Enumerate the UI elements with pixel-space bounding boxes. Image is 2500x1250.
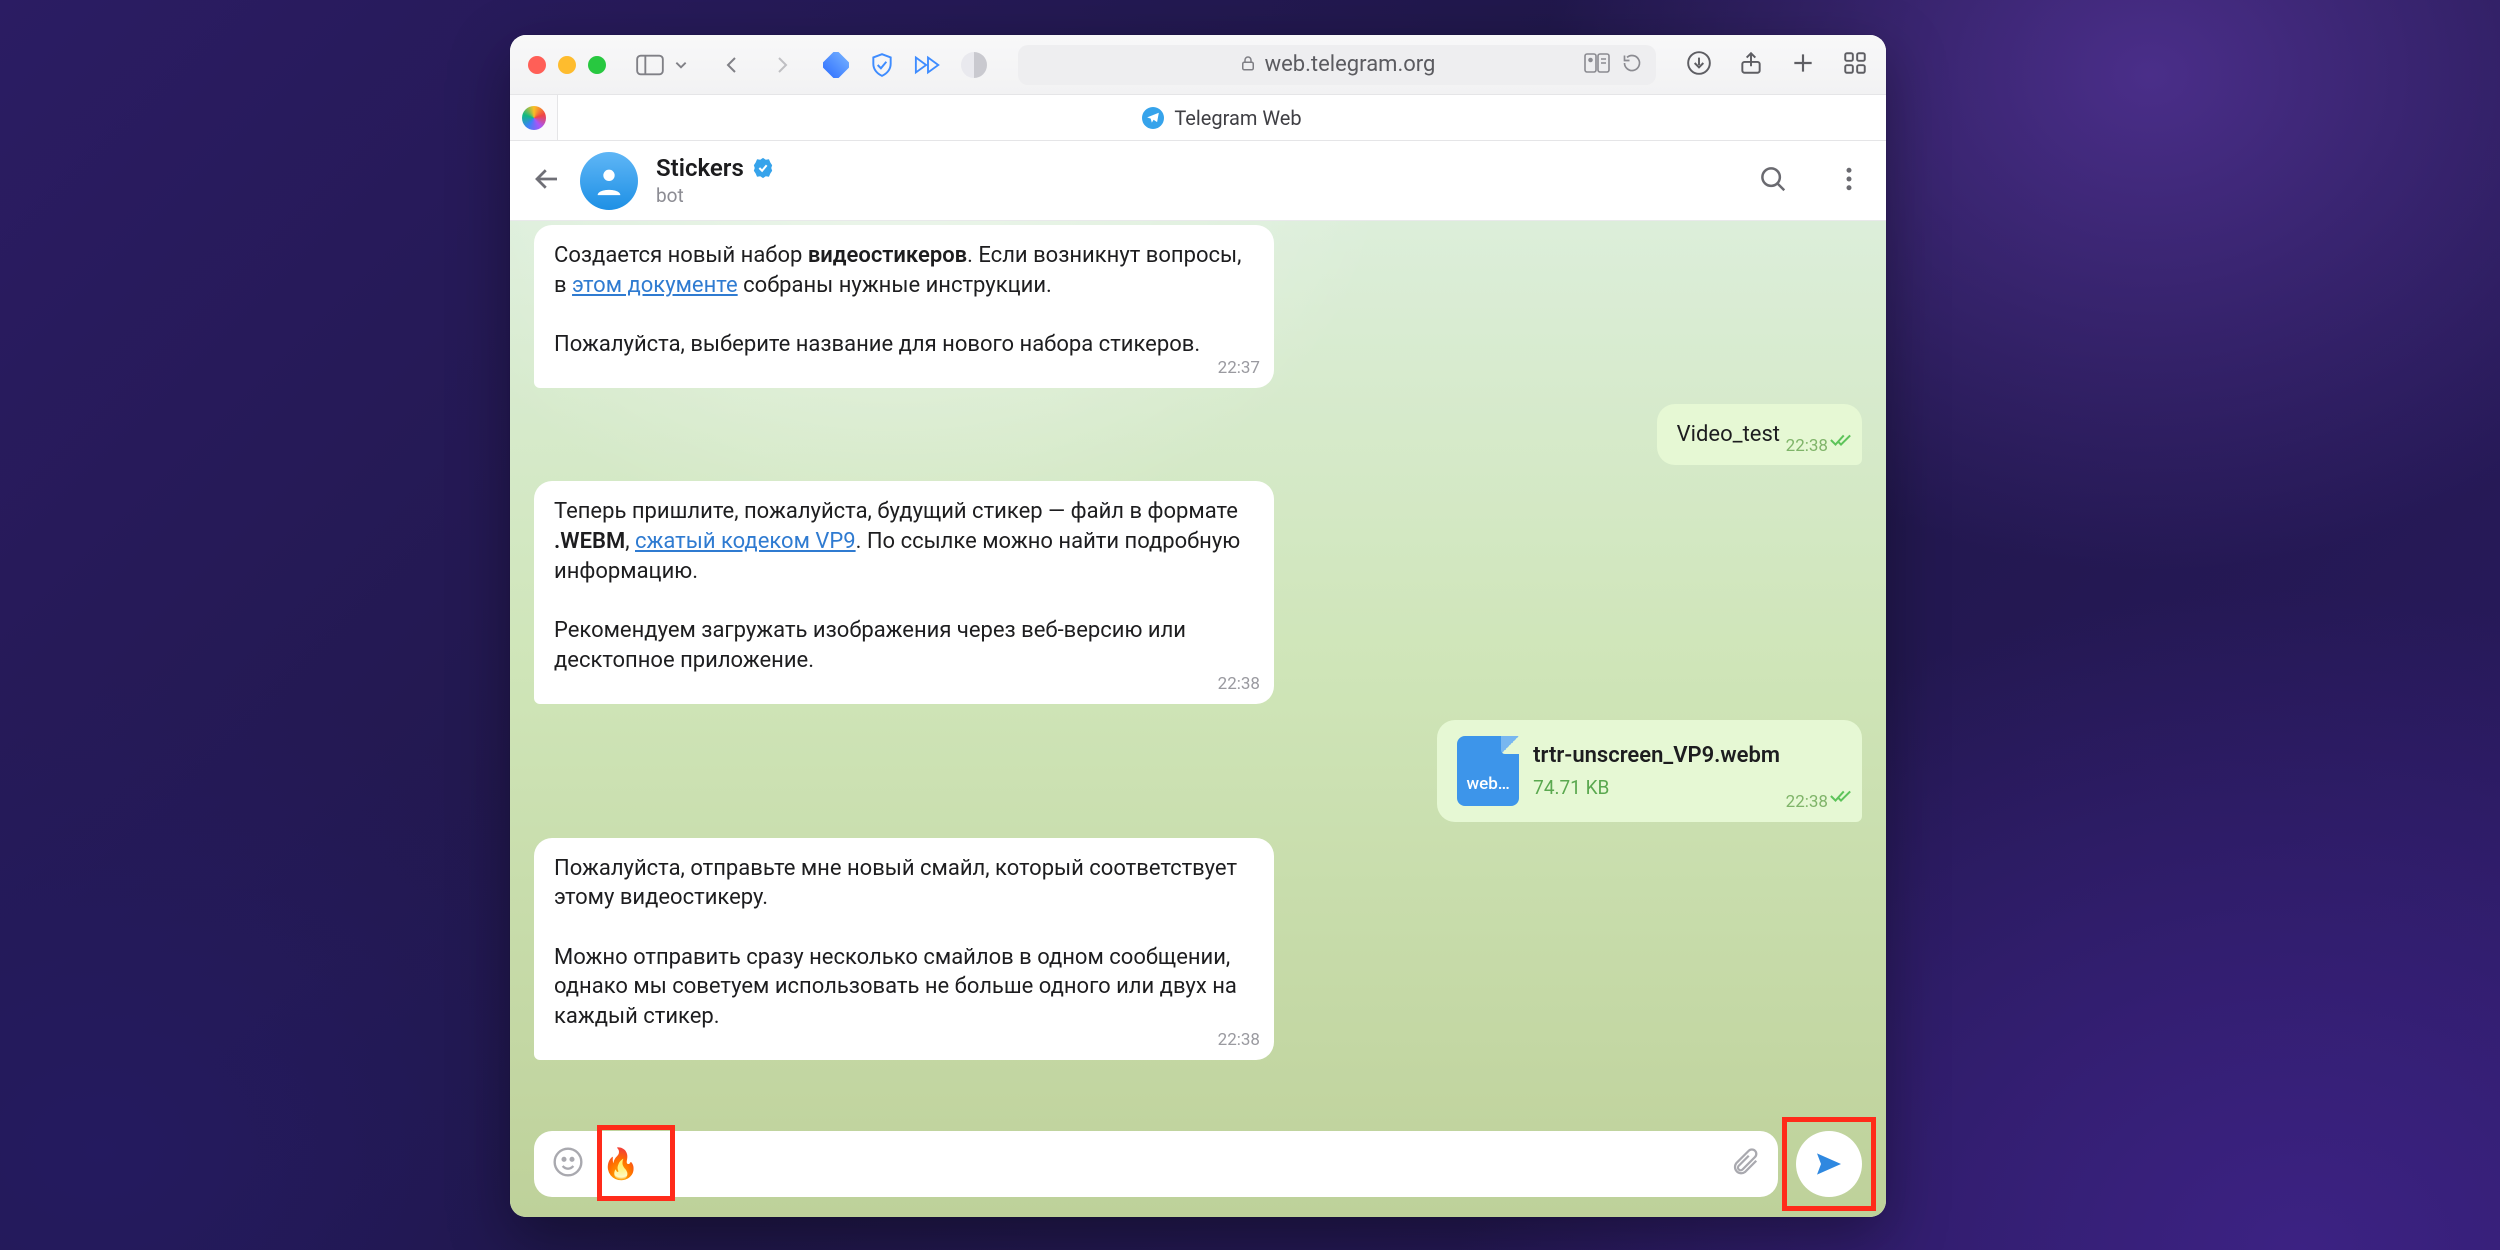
sidebar-menu-chevron-icon[interactable] xyxy=(674,49,688,81)
message-text: Пожалуйста, отправьте мне новый смайл, к… xyxy=(554,856,1237,1029)
message-text: Video_test xyxy=(1677,422,1780,447)
active-tab[interactable]: Telegram Web xyxy=(558,95,1886,140)
extensions-row xyxy=(822,51,988,79)
emoji-picker-button[interactable] xyxy=(552,1146,584,1182)
pinned-tab-favicon xyxy=(522,106,546,130)
reload-icon[interactable] xyxy=(1622,53,1642,77)
extension-diamond-icon[interactable] xyxy=(822,51,850,79)
message-out[interactable]: Video_test 22:38 xyxy=(1657,404,1862,466)
message-text: Создается новый набор видеостикеров. Есл… xyxy=(554,243,1241,357)
downloads-icon[interactable] xyxy=(1686,50,1712,80)
message-link[interactable]: этом документе xyxy=(572,273,738,298)
nav-forward-button[interactable] xyxy=(772,49,792,81)
close-window-button[interactable] xyxy=(528,56,546,74)
message-out-file[interactable]: web… trtr-unscreen_VP9.webm 74.71 KB 22:… xyxy=(1437,720,1862,822)
minimize-window-button[interactable] xyxy=(558,56,576,74)
message-link[interactable]: сжатый кодеком VP9 xyxy=(635,529,856,554)
pinned-tab[interactable] xyxy=(510,95,558,140)
chat-body[interactable]: Создается новый набор видеостикеров. Есл… xyxy=(510,221,1886,1217)
safari-window: web.telegram.org Telegram Web xyxy=(510,35,1886,1217)
read-ticks-icon xyxy=(1830,427,1852,457)
reader-mode-icon[interactable] xyxy=(1584,53,1610,77)
sidebar-toggle-icon[interactable] xyxy=(636,49,664,81)
message-in[interactable]: Теперь пришлите, пожалуйста, будущий сти… xyxy=(534,481,1274,703)
tab-favicon-telegram-icon xyxy=(1142,107,1164,129)
share-icon[interactable] xyxy=(1738,50,1764,80)
chat-title: Stickers xyxy=(656,154,744,182)
address-bar[interactable]: web.telegram.org xyxy=(1018,45,1656,85)
message-time: 22:38 xyxy=(1218,673,1260,696)
message-time: 22:38 xyxy=(1786,791,1828,814)
browser-toolbar: web.telegram.org xyxy=(510,35,1886,95)
compose-input[interactable]: 🔥 xyxy=(534,1131,1778,1197)
message-text: Теперь пришлите, пожалуйста, будущий сти… xyxy=(554,499,1240,672)
extension-shield-icon[interactable] xyxy=(868,51,896,79)
tab-bar: Telegram Web xyxy=(510,95,1886,141)
nav-back-button[interactable] xyxy=(722,49,742,81)
message-time: 22:38 xyxy=(1786,435,1828,458)
attach-button[interactable] xyxy=(1730,1147,1760,1181)
compose-emoji-fire: 🔥 xyxy=(598,1147,643,1182)
message-in[interactable]: Создается новый набор видеостикеров. Есл… xyxy=(534,225,1274,388)
tab-overview-icon[interactable] xyxy=(1842,50,1868,80)
chat-more-button[interactable] xyxy=(1834,164,1864,198)
chat-search-button[interactable] xyxy=(1758,164,1788,198)
file-size: 74.71 KB xyxy=(1533,775,1780,801)
send-button[interactable] xyxy=(1796,1131,1862,1197)
message-time: 22:38 xyxy=(1218,1029,1260,1052)
chat-avatar[interactable] xyxy=(580,152,638,210)
message-in[interactable]: Пожалуйста, отправьте мне новый смайл, к… xyxy=(534,838,1274,1060)
maximize-window-button[interactable] xyxy=(588,56,606,74)
file-name: trtr-unscreen_VP9.webm xyxy=(1533,741,1780,771)
telegram-app: Stickers bot Создается новый набор ви xyxy=(510,141,1886,1217)
message-time: 22:37 xyxy=(1218,357,1260,380)
chat-subtitle: bot xyxy=(656,184,774,207)
compose-row: 🔥 xyxy=(534,1131,1862,1197)
verified-icon xyxy=(752,157,774,179)
address-bar-url: web.telegram.org xyxy=(1265,52,1436,77)
tab-title: Telegram Web xyxy=(1174,106,1301,130)
window-controls xyxy=(528,56,606,74)
lock-icon xyxy=(1239,54,1257,76)
chat-header: Stickers bot xyxy=(510,141,1886,221)
chat-back-button[interactable] xyxy=(532,164,562,198)
new-tab-icon[interactable] xyxy=(1790,50,1816,80)
extension-fast-forward-icon[interactable] xyxy=(914,51,942,79)
extension-night-icon[interactable] xyxy=(960,51,988,79)
read-ticks-icon xyxy=(1830,783,1852,813)
file-type-icon: web… xyxy=(1457,736,1519,806)
